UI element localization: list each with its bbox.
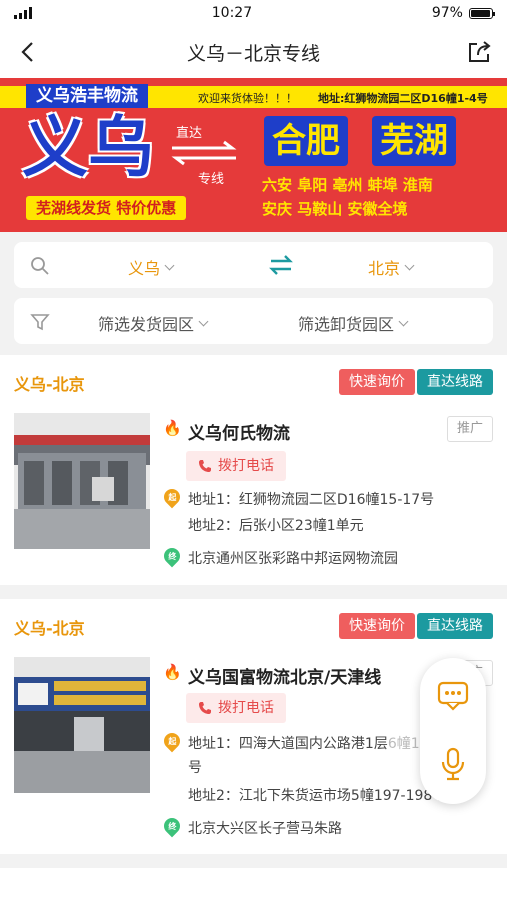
banner-city-row1: 六安 阜阳 亳州 蚌埠 淮南 bbox=[262, 176, 433, 194]
phone-icon bbox=[199, 460, 211, 472]
promo-banner[interactable]: 义乌浩丰物流 欢迎来货体验！！！ 地址:红狮物流园二区D16幢1-4号 义乌 直… bbox=[0, 78, 507, 232]
voice-button[interactable] bbox=[433, 744, 473, 784]
to-city-value: 北京 bbox=[368, 259, 401, 278]
battery-percent: 97% bbox=[431, 5, 463, 21]
share-icon bbox=[468, 41, 491, 62]
direct-route-button[interactable]: 直达线路 bbox=[417, 369, 493, 395]
ship-park-label: 筛选发货园区 bbox=[98, 315, 195, 334]
route-search-bar: 义乌 北京 bbox=[14, 242, 493, 288]
origin-pin-icon: 起 bbox=[160, 729, 184, 753]
company-photo bbox=[14, 657, 150, 793]
from-city-select[interactable]: 义乌 bbox=[128, 255, 175, 279]
destination-pin-icon: 终 bbox=[160, 544, 184, 568]
flame-icon: 🔥 bbox=[163, 663, 182, 681]
flame-icon: 🔥 bbox=[163, 419, 182, 437]
origin-address-1: 地址1：红狮物流园二区D16幢15-17号 bbox=[188, 492, 435, 508]
destination-pin-icon: 终 bbox=[160, 814, 184, 838]
microphone-icon bbox=[441, 747, 465, 781]
phone-icon bbox=[199, 702, 211, 714]
floating-action-bar bbox=[420, 658, 486, 804]
banner-origin: 义乌 bbox=[22, 108, 154, 186]
ship-park-filter[interactable]: 筛选发货园区 bbox=[98, 311, 209, 335]
quick-inquiry-button[interactable]: 快速询价 bbox=[339, 613, 415, 639]
banner-address: 地址:红狮物流园二区D16幢1-4号 bbox=[318, 92, 488, 105]
banner-welcome: 欢迎来货体验！！！ bbox=[198, 92, 297, 105]
from-city-value: 义乌 bbox=[128, 259, 161, 278]
route-card-partial[interactable] bbox=[0, 868, 507, 900]
call-phone-button[interactable]: 拨打电话 bbox=[186, 693, 286, 723]
unload-park-filter[interactable]: 筛选卸货园区 bbox=[298, 311, 409, 335]
call-label: 拨打电话 bbox=[218, 700, 274, 716]
banner-city-hefei: 合肥 bbox=[264, 116, 348, 166]
origin-address-2: 地址2：江北下朱货运市场5幢197-198号 bbox=[188, 788, 447, 804]
chevron-left-icon bbox=[21, 42, 33, 62]
route-card[interactable]: 义乌-北京 快速询价 直达线路 🔥 义乌何氏物流 推广 拨打电话 起 地址1：红… bbox=[0, 355, 507, 585]
battery-icon bbox=[468, 7, 495, 19]
share-button[interactable] bbox=[465, 37, 495, 67]
nav-bar: 义乌－北京专线 bbox=[0, 26, 507, 78]
banner-city-row2: 安庆 马鞍山 安徽全境 bbox=[262, 200, 408, 218]
destination-address: 北京大兴区长子营马朱路 bbox=[188, 821, 342, 837]
swap-icon[interactable] bbox=[268, 254, 294, 276]
back-button[interactable] bbox=[12, 37, 42, 67]
chevron-down-icon bbox=[198, 316, 209, 326]
company-name[interactable]: 义乌何氏物流 bbox=[188, 419, 290, 444]
signal-icon bbox=[14, 7, 32, 19]
battery-status: 97% bbox=[431, 5, 495, 21]
to-city-select[interactable]: 北京 bbox=[368, 255, 415, 279]
chevron-down-icon bbox=[404, 260, 415, 270]
promoted-tag: 推广 bbox=[447, 416, 493, 442]
origin-pin-icon: 起 bbox=[160, 485, 184, 509]
status-time: 10:27 bbox=[211, 5, 253, 21]
destination-address: 北京通州区张彩路中邦运网物流园 bbox=[188, 551, 398, 567]
origin-address-1-wrap: 号 bbox=[188, 760, 202, 776]
chat-bubble-icon bbox=[437, 681, 469, 711]
company-photo bbox=[14, 413, 150, 549]
banner-city-wuhu: 芜湖 bbox=[372, 116, 456, 166]
status-bar: 10:27 97% bbox=[0, 0, 507, 26]
filter-icon bbox=[30, 314, 50, 331]
direct-route-button[interactable]: 直达线路 bbox=[417, 613, 493, 639]
chevron-down-icon bbox=[164, 260, 175, 270]
origin-address-2: 地址2：后张小区23幢1单元 bbox=[188, 518, 364, 534]
call-phone-button[interactable]: 拨打电话 bbox=[186, 451, 286, 481]
message-button[interactable] bbox=[433, 676, 473, 716]
quick-inquiry-button[interactable]: 快速询价 bbox=[339, 369, 415, 395]
park-filter-bar: 筛选发货园区 筛选卸货园区 bbox=[14, 298, 493, 344]
banner-direct-label: 直达 bbox=[176, 126, 203, 141]
search-icon bbox=[31, 257, 49, 275]
banner-brand: 义乌浩丰物流 bbox=[26, 84, 148, 108]
unload-park-label: 筛选卸货园区 bbox=[298, 315, 395, 334]
banner-promo: 芜湖线发货 特价优惠 bbox=[26, 196, 187, 220]
chevron-down-icon bbox=[398, 316, 409, 326]
page-title: 义乌－北京专线 bbox=[186, 42, 320, 65]
call-label: 拨打电话 bbox=[218, 458, 274, 474]
swap-arrows-icon bbox=[171, 140, 237, 166]
route-title: 义乌-北京 bbox=[14, 375, 85, 394]
company-name[interactable]: 义乌国富物流北京/天津线 bbox=[188, 663, 381, 688]
route-title: 义乌-北京 bbox=[14, 619, 85, 638]
banner-line-label: 专线 bbox=[198, 172, 225, 187]
